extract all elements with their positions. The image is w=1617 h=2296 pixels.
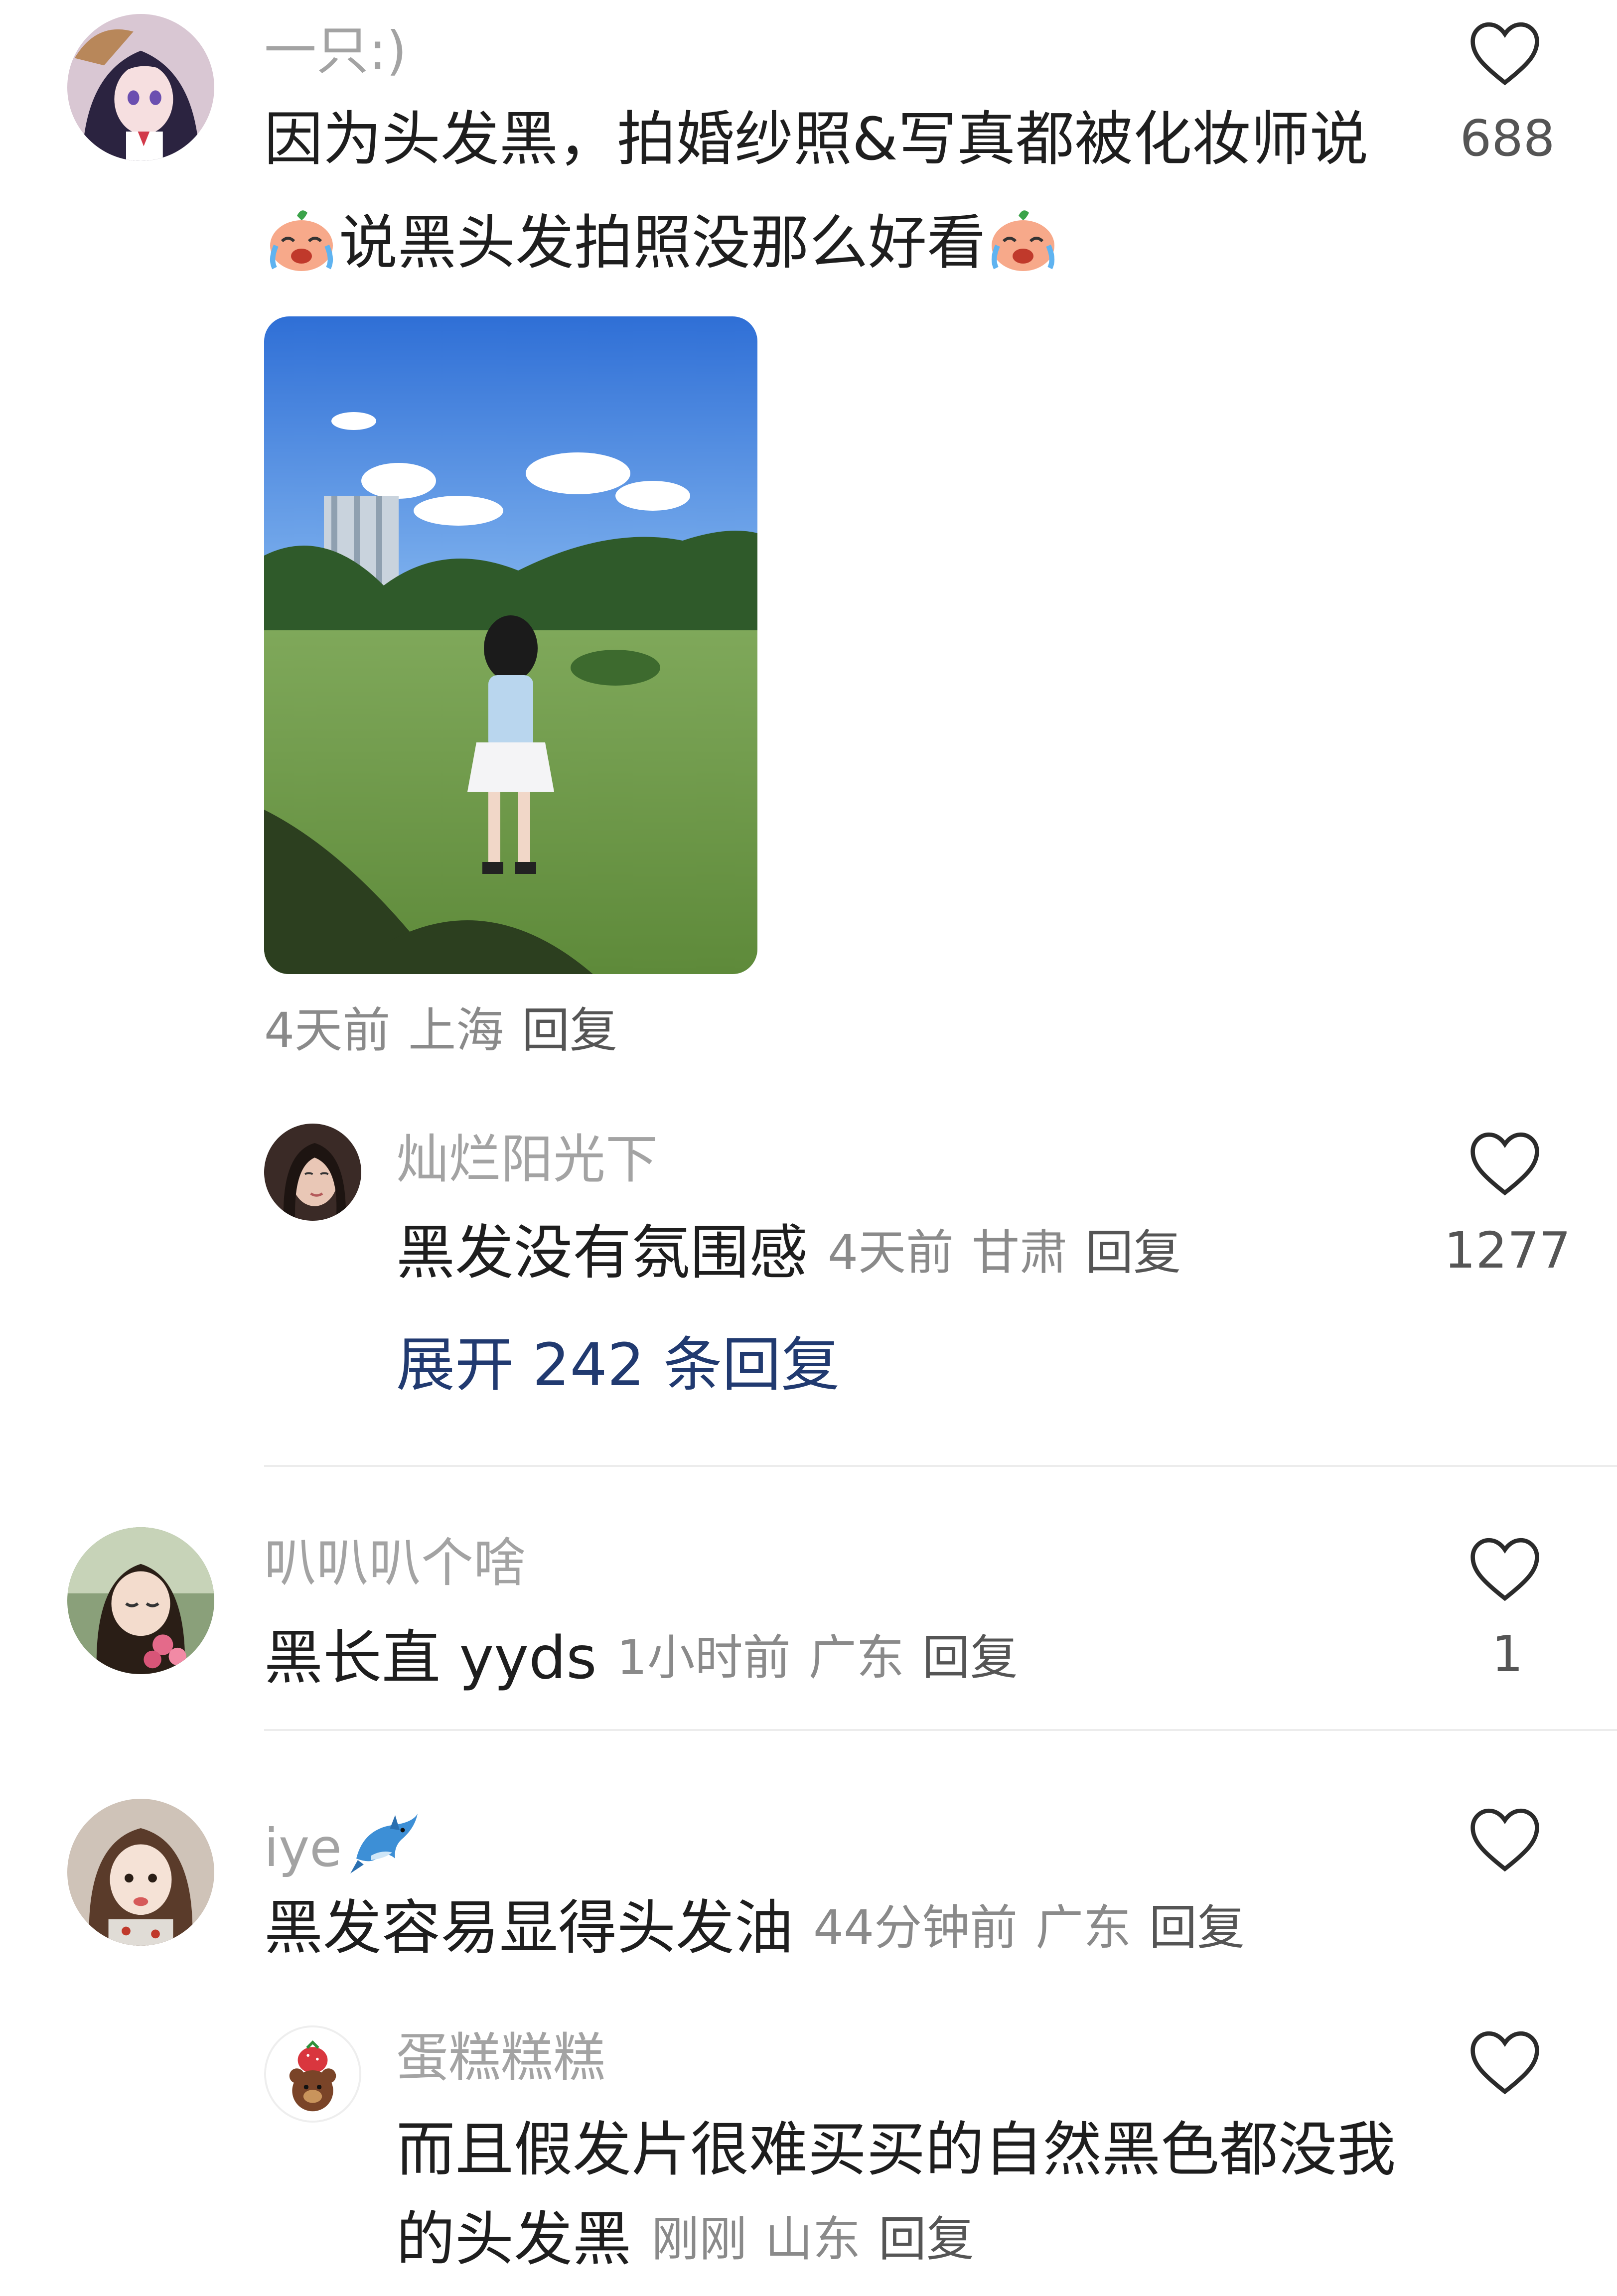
comment-author[interactable]: iye: [264, 1806, 424, 1889]
like-count: 1: [1491, 1625, 1523, 1683]
comment-time: 刚刚: [651, 2211, 747, 2267]
comment-location: 广东: [1035, 1900, 1132, 1956]
like-count: 1277: [1444, 1221, 1571, 1280]
like-heart-icon[interactable]: [1468, 2029, 1542, 2096]
reply-button[interactable]: 回复: [879, 2211, 974, 2267]
comment-text-line: 说黑头发拍照没那么好看: [339, 208, 986, 277]
comment-location: 甘肃: [972, 1225, 1068, 1281]
avatar[interactable]: [67, 14, 214, 161]
comment-location: 山东: [765, 2211, 861, 2267]
comment-author[interactable]: 叭叭叭个啥: [264, 1537, 526, 1589]
reply-button[interactable]: 回复: [922, 1630, 1018, 1686]
comment-body: 的头发黑 刚刚 山东 回复: [396, 2210, 974, 2269]
comment-location: 广东: [808, 1630, 904, 1686]
comment-author[interactable]: 蛋糕糕糕: [396, 2032, 605, 2084]
comment-location: 上海: [408, 1003, 504, 1058]
comment-text-line2: 说黑头发拍照没那么好看: [264, 199, 1060, 283]
crying-laughing-tangerine-emoji-icon: [986, 199, 1060, 283]
comment-meta: 44分钟前 广东 回复: [813, 1904, 1245, 1952]
comment-meta: 4天前 甘肃 回复: [828, 1229, 1181, 1277]
comment-body: 黑发容易显得头发油 44分钟前 广东 回复: [264, 1898, 1245, 1957]
like-heart-icon[interactable]: [1468, 1130, 1542, 1197]
comment-time: 44分钟前: [813, 1900, 1018, 1956]
comment-meta: 刚刚 山东 回复: [651, 2215, 974, 2263]
comment-text: 黑发没有氛围感: [396, 1218, 808, 1287]
comment-text: 黑发容易显得头发油: [264, 1893, 794, 1962]
like-heart-icon[interactable]: [1468, 1806, 1542, 1873]
divider: [264, 1729, 1617, 1731]
comment-body: 黑长直 yyds 1小时前 广东 回复: [264, 1628, 1018, 1687]
avatar[interactable]: [264, 1124, 361, 1221]
comment-text-line2: 的头发黑: [396, 2205, 632, 2274]
comment-text: 黑长直 yyds: [264, 1623, 597, 1692]
comment-author-name[interactable]: iye: [264, 1818, 342, 1878]
crying-laughing-tangerine-emoji-icon: [264, 199, 339, 283]
comment-meta: 1小时前 广东 回复: [617, 1634, 1018, 1682]
comment-meta: 4天前 上海 回复: [264, 1006, 617, 1054]
like-count: 688: [1460, 109, 1555, 167]
comment-text: 因为头发黑，拍婚纱照&写真都被化妆师说: [264, 110, 1368, 168]
comment-body: 黑发没有氛围感 4天前 甘肃 回复: [396, 1223, 1181, 1282]
avatar[interactable]: [264, 2025, 361, 2123]
comment-author[interactable]: 灿烂阳光下: [396, 1134, 658, 1186]
like-heart-icon[interactable]: [1468, 20, 1542, 87]
expand-replies-link[interactable]: 展开 242 条回复: [396, 1335, 840, 1394]
comment-text-line: 因为头发黑，拍婚纱照&写真都被化妆师说: [264, 105, 1369, 173]
avatar[interactable]: [67, 1799, 214, 1946]
comment-time: 4天前: [828, 1225, 954, 1281]
divider: [264, 1465, 1617, 1467]
reply-button[interactable]: 回复: [1149, 1900, 1245, 1956]
comment-time: 1小时前: [616, 1630, 791, 1686]
like-heart-icon[interactable]: [1468, 1536, 1542, 1603]
comment-author[interactable]: 一只:): [264, 25, 407, 77]
comment-text: 而且假发片很难买买的自然黑色都没我: [396, 2115, 1396, 2184]
reply-button[interactable]: 回复: [1085, 1225, 1181, 1281]
comment-time: 4天前: [264, 1003, 391, 1058]
avatar[interactable]: [67, 1527, 214, 1674]
comment-photo[interactable]: [264, 316, 757, 974]
dolphin-emoji-icon: [349, 1806, 424, 1889]
reply-button[interactable]: 回复: [522, 1003, 617, 1058]
